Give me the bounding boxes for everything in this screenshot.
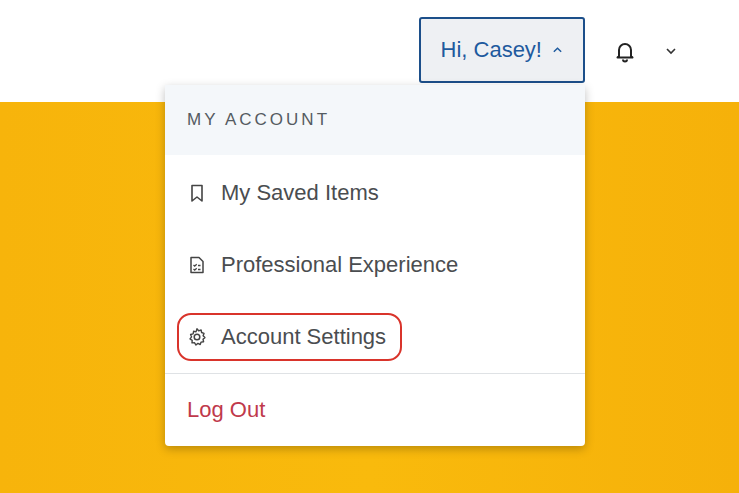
account-menu: MY ACCOUNT My Saved Items Professional Exp… [165, 85, 585, 446]
menu-item[interactable]: Account Settings [165, 301, 585, 373]
menu-divider [165, 373, 585, 374]
menu-title: MY ACCOUNT [165, 85, 585, 155]
chevron-up-icon [552, 46, 563, 54]
checklist-icon [187, 255, 207, 275]
menu-item-label: Professional Experience [177, 241, 474, 289]
bell-icon[interactable] [613, 39, 637, 63]
menu-item-label: My Saved Items [177, 169, 395, 217]
menu-item-label: Account Settings [177, 313, 402, 361]
greeting-text: Hi, Casey! [441, 37, 542, 63]
chevron-down-icon[interactable] [665, 47, 677, 55]
menu-item[interactable]: Professional Experience [165, 229, 585, 301]
bookmark-icon [187, 183, 207, 203]
logout-item[interactable]: Log Out [165, 374, 585, 446]
gear-icon [187, 327, 207, 347]
menu-item[interactable]: My Saved Items [165, 157, 585, 229]
page: Hi, Casey! MY ACCOUNT My Saved Items Profes… [0, 0, 739, 493]
account-button[interactable]: Hi, Casey! [419, 17, 585, 83]
